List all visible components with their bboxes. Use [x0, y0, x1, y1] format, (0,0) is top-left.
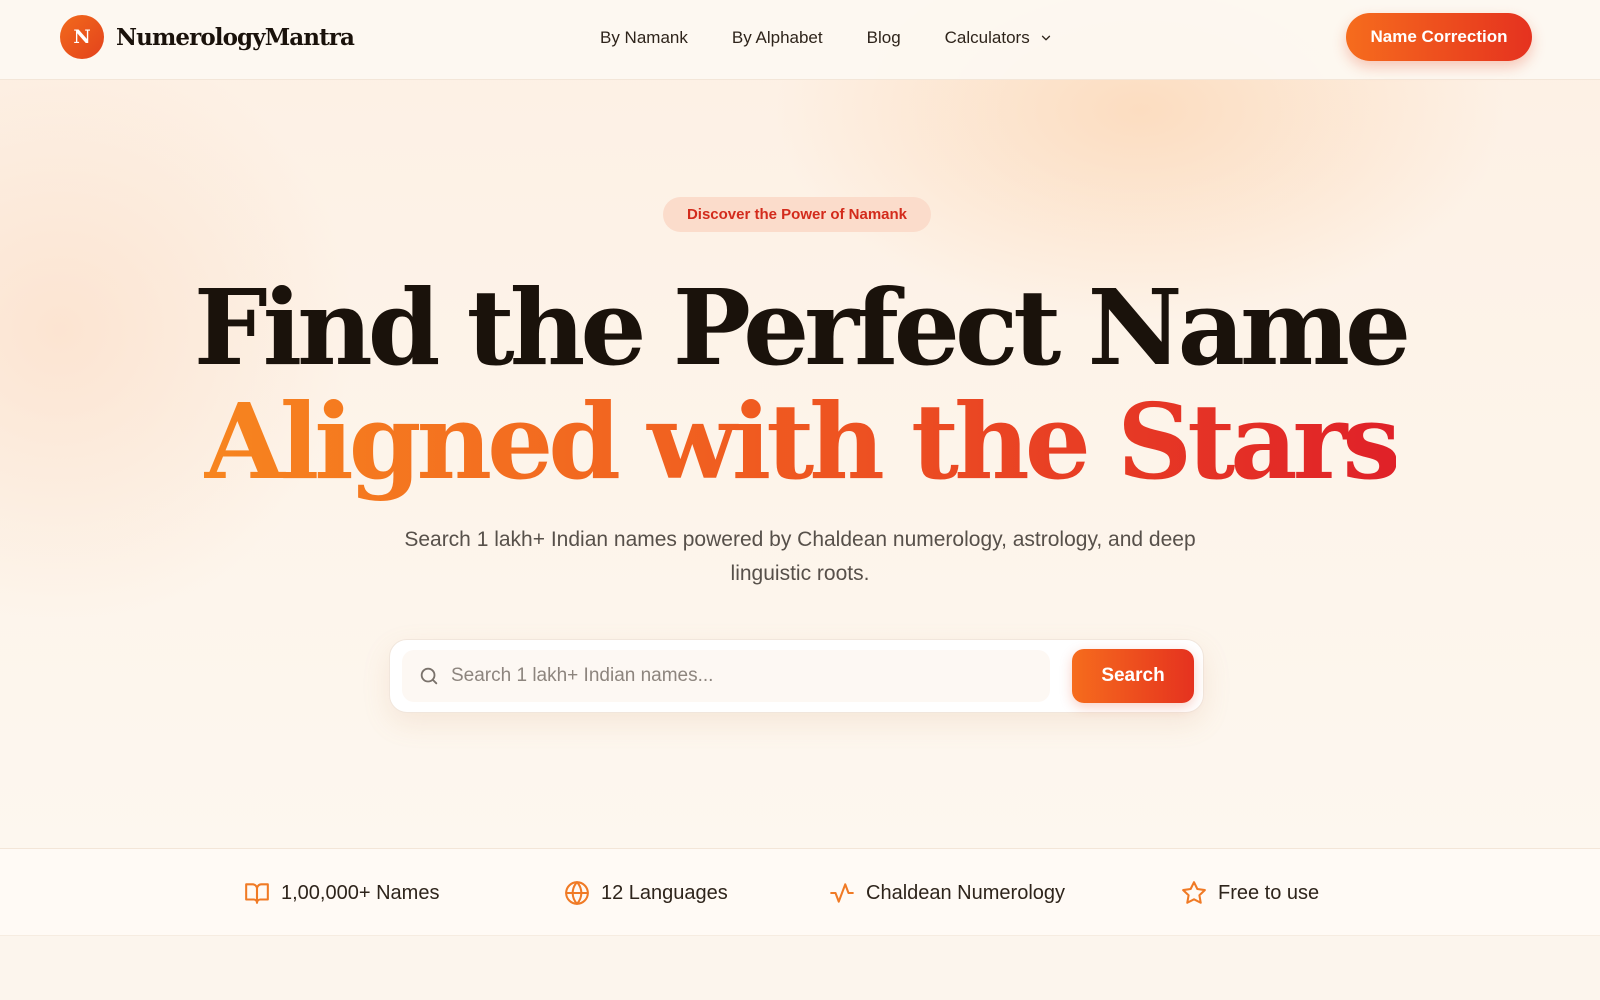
chevron-down-icon	[1039, 31, 1053, 45]
hero-headline: Find the Perfect Name	[193, 266, 1411, 389]
hero-headline-accent-text: Aligned with the Stars	[204, 380, 1401, 503]
search-bar: Search	[389, 639, 1204, 713]
nav-item-label: By Alphabet	[731, 28, 823, 47]
search-field[interactable]	[402, 650, 1050, 702]
nav-item-label: Blog	[866, 28, 901, 47]
nav-item-label: Calculators	[944, 28, 1030, 47]
globe-icon	[564, 880, 590, 906]
name-correction-button[interactable]: Name Correction	[1346, 13, 1532, 61]
nav-item-calculators[interactable]: Calculators	[945, 26, 1053, 50]
site-logo[interactable]: N NumerologyMantra	[60, 15, 355, 59]
feature-item-names: 1,00,000+ Names	[244, 879, 439, 907]
star-icon	[1181, 880, 1207, 906]
search-icon	[418, 665, 440, 687]
feature-item-numerology: Chaldean Numerology	[829, 879, 1065, 907]
brand-name: NumerologyMantra	[116, 23, 355, 51]
feature-label: Free to use	[1218, 881, 1320, 904]
main-nav: By Namank By Alphabet Blog Calculators	[600, 26, 1097, 50]
activity-icon	[829, 880, 855, 906]
book-icon	[244, 880, 270, 906]
hero-subtitle: Search 1 lakh+ Indian names powered by C…	[404, 528, 1196, 585]
hero-badge: Discover the Power of Namank	[663, 197, 931, 232]
feature-item-languages: 12 Languages	[564, 879, 728, 907]
search-button[interactable]: Search	[1072, 649, 1194, 703]
features-bar: 1,00,000+ Names 12 Languages Chaldean Nu…	[0, 848, 1600, 936]
nav-item-by-namank[interactable]: By Namank	[600, 26, 688, 50]
nav-item-label: By Namank	[600, 28, 688, 47]
feature-item-free: Free to use	[1181, 879, 1319, 907]
search-input[interactable]	[451, 665, 1041, 687]
feature-label: 1,00,000+ Names	[281, 881, 440, 904]
nav-item-by-alphabet[interactable]: By Alphabet	[732, 26, 823, 50]
hero-headline-accent: Aligned with the Stars	[0, 390, 1600, 494]
feature-label: Chaldean Numerology	[866, 881, 1066, 904]
logo-badge: N	[60, 15, 104, 59]
nav-item-blog[interactable]: Blog	[867, 26, 901, 50]
site-header: N NumerologyMantra By Namank By Alphabet…	[0, 0, 1600, 80]
page-bottom-section	[0, 936, 1600, 1000]
feature-label: 12 Languages	[601, 881, 728, 904]
